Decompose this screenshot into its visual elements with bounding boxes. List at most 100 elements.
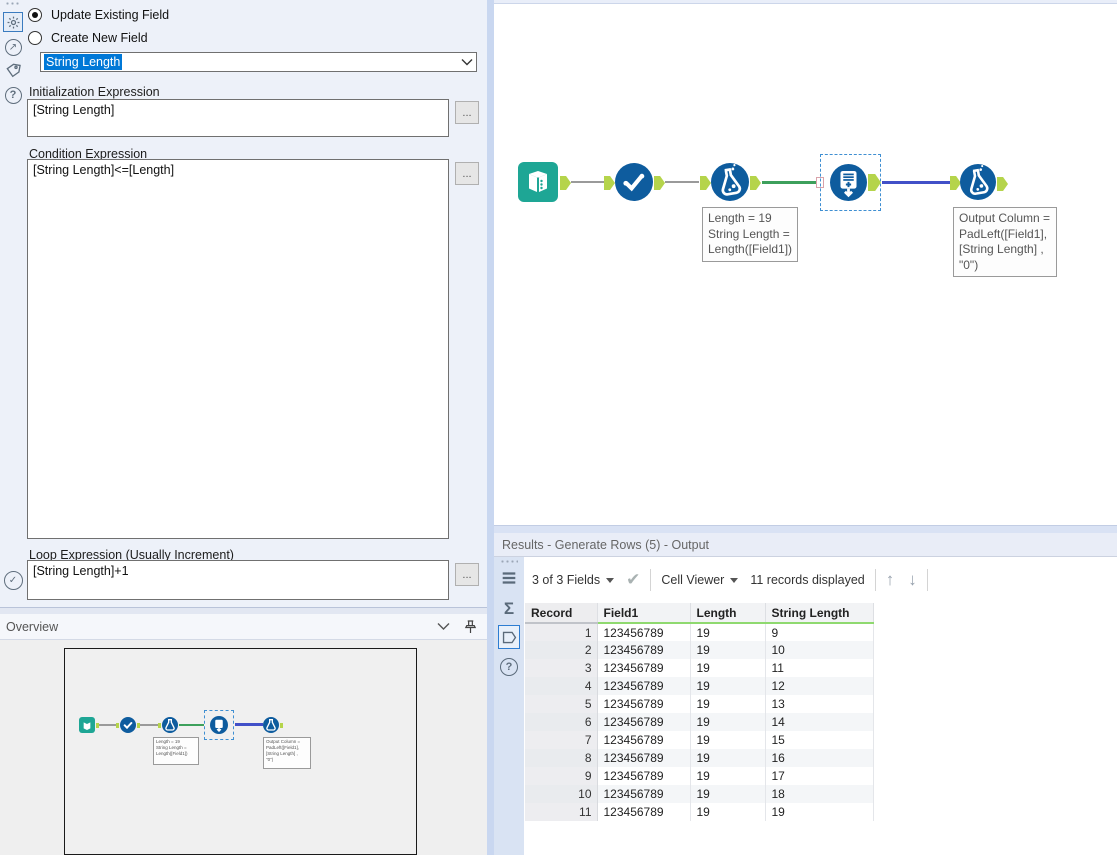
record-number-cell[interactable]: 11 [525,803,598,821]
data-cell[interactable]: 17 [765,767,874,785]
results-data-table[interactable]: Record Field1 Length String Length 1 1234567… [525,603,874,821]
data-cell[interactable]: 123456789 [597,767,691,785]
loop-expression-editor-button[interactable]: ... [455,563,479,586]
data-cell[interactable]: 19 [765,803,874,821]
data-cell[interactable]: 19 [690,641,766,659]
data-cell[interactable]: 19 [690,767,766,785]
data-cell[interactable]: 19 [690,659,766,677]
arrow-up-icon[interactable]: ↑ [886,570,895,590]
table-row[interactable]: 1 123456789 19 9 [525,623,874,641]
horizontal-splitter[interactable] [0,607,487,614]
data-cell[interactable]: 123456789 [597,659,691,677]
data-cell[interactable]: 9 [765,623,874,641]
data-cell[interactable]: 123456789 [597,677,691,695]
data-cell[interactable]: 19 [690,803,766,821]
cell-viewer-dropdown[interactable]: Cell Viewer [661,573,739,587]
formula-tool-2[interactable] [960,164,996,200]
pin-icon[interactable] [464,619,477,634]
data-cell[interactable]: 123456789 [597,803,691,821]
data-cell[interactable]: 10 [765,641,874,659]
radio-create-new-field[interactable]: Create New Field [28,31,148,45]
data-cell[interactable]: 123456789 [597,695,691,713]
arrow-down-icon[interactable]: ↓ [908,570,917,590]
column-header[interactable]: Field1 [597,603,691,624]
annotation-formula-2[interactable]: Output Column = PadLeft([Field1], [Strin… [953,207,1057,278]
table-row[interactable]: 8 123456789 19 16 [525,749,874,767]
data-cell[interactable]: 19 [690,677,766,695]
column-header[interactable]: Length [690,603,766,624]
initialization-expression-input[interactable]: [String Length] [27,99,449,137]
column-header[interactable]: Record [525,603,598,624]
data-cell[interactable]: 11 [765,659,874,677]
record-number-cell[interactable]: 1 [525,623,598,641]
table-row[interactable]: 3 123456789 19 11 [525,659,874,677]
table-row[interactable]: 2 123456789 19 10 [525,641,874,659]
connection-wire-green[interactable] [762,180,816,184]
table-row[interactable]: 6 123456789 19 14 [525,713,874,731]
help-icon[interactable]: ? [498,655,520,679]
table-row[interactable]: 7 123456789 19 15 [525,731,874,749]
overview-canvas[interactable]: Length = 19 String Length = Length([Fiel… [0,640,487,855]
field-select-dropdown[interactable]: String Length [40,52,477,72]
table-row[interactable]: 5 123456789 19 13 [525,695,874,713]
record-number-cell[interactable]: 9 [525,767,598,785]
navigation-arrow-icon[interactable]: ↗ [3,37,23,57]
init-expression-editor-button[interactable]: ... [455,101,479,124]
record-number-cell[interactable]: 7 [525,731,598,749]
vertical-splitter[interactable] [487,0,494,855]
data-cell[interactable]: 123456789 [597,749,691,767]
chevron-down-icon[interactable] [461,58,473,66]
data-cell[interactable]: 19 [690,731,766,749]
configuration-tab-icon[interactable] [3,12,23,32]
data-cell[interactable]: 123456789 [597,785,691,803]
formula-tool[interactable] [711,163,749,201]
tag-icon[interactable] [3,61,23,81]
data-cell[interactable]: 12 [765,677,874,695]
data-cell[interactable]: 123456789 [597,623,691,641]
condition-expression-editor-button[interactable]: ... [455,162,479,185]
generate-rows-tool[interactable] [830,164,867,201]
radio-update-existing-field[interactable]: Update Existing Field [28,8,169,22]
record-number-cell[interactable]: 3 [525,659,598,677]
horizontal-splitter-results[interactable] [494,525,1117,533]
apply-check-icon[interactable]: ✔ [626,570,640,590]
data-cell[interactable]: 123456789 [597,713,691,731]
loop-expression-input[interactable]: [String Length]+1 [27,560,449,600]
radio-unselected-icon[interactable] [28,31,42,45]
column-header[interactable]: String Length [765,603,874,624]
record-number-cell[interactable]: 5 [525,695,598,713]
connection-wire-blue[interactable] [882,180,950,184]
annotation-formula-1[interactable]: Length = 19 String Length = Length([Fiel… [702,207,798,262]
sigma-profile-icon[interactable]: Σ [498,597,520,621]
connection-wire[interactable] [571,181,604,183]
data-cell[interactable]: 18 [765,785,874,803]
data-cell[interactable]: 19 [690,695,766,713]
data-cell[interactable]: 16 [765,749,874,767]
record-number-cell[interactable]: 8 [525,749,598,767]
collapse-chevron-icon[interactable] [437,622,450,631]
record-number-cell[interactable]: 4 [525,677,598,695]
table-row[interactable]: 4 123456789 19 12 [525,677,874,695]
table-row[interactable]: 9 123456789 19 17 [525,767,874,785]
data-cell[interactable]: 15 [765,731,874,749]
input-data-tool[interactable] [518,162,558,202]
table-row[interactable]: 10 123456789 19 18 [525,785,874,803]
overview-viewport-rect[interactable]: Length = 19 String Length = Length([Fiel… [64,648,417,855]
record-number-cell[interactable]: 10 [525,785,598,803]
data-cell[interactable]: 14 [765,713,874,731]
condition-expression-input[interactable]: [String Length]<=[Length] [27,159,449,539]
data-cell[interactable]: 123456789 [597,731,691,749]
connection-wire[interactable] [665,181,699,183]
help-icon[interactable]: ? [3,85,23,105]
table-row[interactable]: 11 123456789 19 19 [525,803,874,821]
data-view-icon[interactable] [498,625,520,649]
fields-dropdown[interactable]: 3 of 3 Fields [532,573,615,587]
radio-selected-icon[interactable] [28,8,42,22]
record-number-cell[interactable]: 6 [525,713,598,731]
data-cell[interactable]: 19 [690,785,766,803]
data-cell[interactable]: 123456789 [597,641,691,659]
data-cell[interactable]: 19 [690,713,766,731]
data-cell[interactable]: 19 [690,749,766,767]
record-number-cell[interactable]: 2 [525,641,598,659]
metadata-view-icon[interactable] [498,566,520,590]
